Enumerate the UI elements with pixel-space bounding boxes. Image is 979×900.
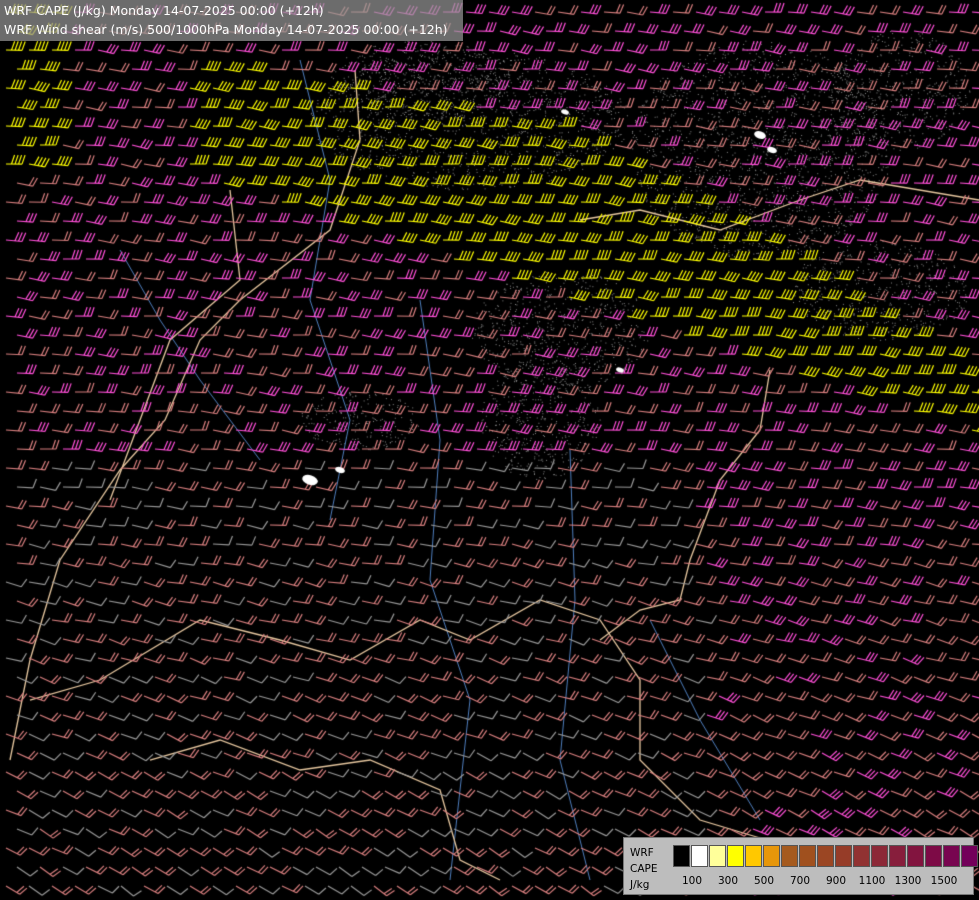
legend-swatch bbox=[673, 845, 690, 867]
legend-tick: 100 bbox=[681, 875, 703, 887]
wind-shear-barb-field bbox=[0, 0, 979, 900]
cape-title: WRF CAPE (J/kg) Monday 14-07-2025 00:00 … bbox=[4, 3, 324, 18]
legend-swatch bbox=[961, 845, 978, 867]
legend-swatch bbox=[745, 845, 762, 867]
legend-tick: 900 bbox=[825, 875, 847, 887]
cape-legend: WRF CAPE J/kg 100 300 500 700 900 1100 1300 150… bbox=[623, 837, 978, 895]
wind-shear-title: WRF Wind shear (m/s) 500/1000hPa Monday … bbox=[4, 22, 448, 37]
legend-tick: 300 bbox=[717, 875, 739, 887]
legend-swatch bbox=[943, 845, 960, 867]
legend-tick: 500 bbox=[753, 875, 775, 887]
map-title-box: WRF CAPE (J/kg) Monday 14-07-2025 00:00 … bbox=[0, 0, 463, 41]
legend-tick: 1500 bbox=[930, 875, 958, 887]
legend-swatch bbox=[799, 845, 816, 867]
legend-swatch bbox=[691, 845, 708, 867]
legend-swatch bbox=[871, 845, 888, 867]
legend-color-scale bbox=[673, 845, 979, 867]
legend-swatch bbox=[925, 845, 942, 867]
legend-swatch bbox=[817, 845, 834, 867]
legend-tick-labels: 100 300 500 700 900 1100 1300 1500 bbox=[624, 875, 973, 889]
legend-tick: 1100 bbox=[858, 875, 886, 887]
legend-swatch bbox=[889, 845, 906, 867]
legend-field-label: CAPE bbox=[630, 863, 658, 875]
weather-map: WRF CAPE (J/kg) Monday 14-07-2025 00:00 … bbox=[0, 0, 979, 900]
legend-tick: 700 bbox=[789, 875, 811, 887]
legend-swatch bbox=[907, 845, 924, 867]
legend-swatch bbox=[835, 845, 852, 867]
legend-swatch bbox=[763, 845, 780, 867]
legend-swatch bbox=[781, 845, 798, 867]
legend-tick: 1300 bbox=[894, 875, 922, 887]
legend-swatch bbox=[709, 845, 726, 867]
legend-swatch bbox=[853, 845, 870, 867]
legend-swatch bbox=[727, 845, 744, 867]
legend-model-label: WRF bbox=[630, 847, 654, 859]
